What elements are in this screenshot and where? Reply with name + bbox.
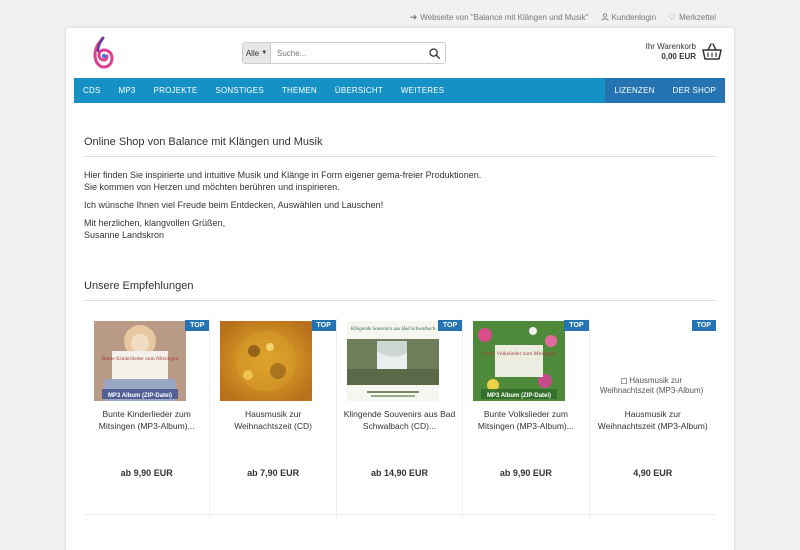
search-button[interactable]	[423, 43, 445, 63]
product-cover-tag: MP3 Album (ZIP-Datei)	[487, 393, 551, 399]
search-icon	[428, 47, 440, 59]
product-divider	[84, 514, 210, 515]
product-name[interactable]: Klingende Souvenirs aus Bad Schwalbach (…	[343, 408, 456, 432]
top-badge: TOP	[437, 320, 463, 331]
top-badge: TOP	[185, 320, 210, 331]
page-container: Alle ▼ Ihr Warenkorb 0,00 EUR CDS	[66, 28, 734, 550]
product-grid: Bunte Kinderlieder zum Mitsingen MP3 Alb…	[84, 318, 716, 518]
product-card[interactable]: TOP Hausmusik zur Weihnachtszeit (CD) ab…	[210, 318, 337, 518]
nav-item-mp3[interactable]: MP3	[110, 78, 145, 103]
search-input[interactable]	[271, 43, 423, 63]
nav-item-cds[interactable]: CDS	[74, 78, 110, 103]
top-badge: TOP	[691, 320, 716, 331]
intro-paragraph-1: Hier finden Sie inspirierte und intuitiv…	[84, 169, 716, 193]
product-name[interactable]: Hausmusik zur Weihnachtszeit (MP3-Album)	[596, 408, 710, 432]
product-price: 4,90 EUR	[633, 468, 673, 478]
intro-line-1: Hier finden Sie inspirierte und intuitiv…	[84, 170, 482, 180]
intro-text: Hier finden Sie inspirierte und intuitiv…	[84, 169, 716, 241]
recommendations-title: Unsere Empfehlungen	[84, 280, 716, 301]
top-utility-bar: ➜ Webseite von "Balance mit Klängen und …	[410, 12, 716, 23]
product-price: ab 14,90 EUR	[370, 468, 428, 478]
intro-line-2: Sie kommen von Herzen und möchten berühr…	[84, 182, 340, 192]
caret-down-icon: ▼	[261, 50, 268, 56]
product-price: ab 7,90 EUR	[247, 468, 300, 478]
product-divider	[210, 514, 336, 515]
product-cover-tag: MP3 Album (ZIP-Datei)	[108, 393, 172, 399]
product-cover-title: Klingende Souvenirs aus Bad Schwalbach	[350, 327, 436, 332]
user-icon	[600, 12, 609, 23]
nav-item-lizenzen[interactable]: LIZENZEN	[605, 78, 664, 103]
nav-item-themen[interactable]: THEMEN	[273, 78, 326, 103]
nav-item-weiteres[interactable]: WEITERES	[392, 78, 453, 103]
product-divider	[463, 514, 589, 515]
product-card[interactable]: Bunte Kinderlieder zum Mitsingen MP3 Alb…	[84, 318, 211, 518]
top-badge: TOP	[311, 320, 336, 331]
page-title: Online Shop von Balance mit Klängen und …	[84, 136, 716, 157]
broken-image-icon	[620, 377, 627, 384]
product-divider	[589, 514, 716, 515]
cart-label: Ihr Warenkorb	[645, 42, 696, 51]
product-cover-title: Bunte Volkslieder zum Mitsingen	[482, 351, 556, 357]
product-price: ab 9,90 EUR	[120, 468, 173, 478]
login-link[interactable]: Kundenlogin	[600, 12, 657, 23]
nav-item-sonstiges[interactable]: SONSTIGES	[206, 78, 272, 103]
wishlist-link[interactable]: ♡ Merkzettel	[668, 12, 716, 23]
basket-icon	[702, 43, 722, 60]
nav-item-der-shop[interactable]: DER SHOP	[663, 78, 725, 103]
website-link-label: Webseite von "Balance mit Klängen und Mu…	[420, 13, 589, 22]
main-nav: CDS MP3 PROJEKTE SONSTIGES THEMEN ÜBERSI…	[74, 78, 725, 103]
cart-amount: 0,00 EUR	[661, 52, 696, 61]
product-name[interactable]: Hausmusik zur Weihnachtszeit (CD)	[216, 408, 329, 432]
product-card[interactable]: Bunte Volkslieder zum Mitsingen MP3 Albu…	[463, 318, 590, 518]
heart-icon: ♡	[668, 12, 677, 22]
search-category-label: Alle	[245, 48, 260, 58]
intro-line-3: Ich wünsche Ihnen viel Freude beim Entde…	[84, 200, 384, 210]
product-price: ab 9,90 EUR	[499, 468, 552, 478]
arrow-circle-icon: ➜	[409, 12, 418, 22]
nav-item-projekte[interactable]: PROJEKTE	[145, 78, 207, 103]
search-bar: Alle ▼	[242, 42, 446, 64]
product-image-placeholder[interactable]: Hausmusik zur Weihnachtszeit (MP3-Album)	[596, 376, 708, 406]
intro-section: Online Shop von Balance mit Klängen und …	[84, 136, 716, 247]
nav-item-uebersicht[interactable]: ÜBERSICHT	[326, 78, 392, 103]
wishlist-link-label: Merkzettel	[679, 13, 716, 22]
product-divider	[336, 514, 463, 515]
header: Alle ▼ Ihr Warenkorb 0,00 EUR	[66, 28, 734, 78]
top-badge: TOP	[564, 320, 589, 331]
product-image[interactable]	[220, 321, 313, 401]
product-cover-title: Bunte Kinderlieder zum Mitsingen	[102, 356, 179, 362]
cart-widget[interactable]: Ihr Warenkorb 0,00 EUR	[646, 42, 722, 62]
intro-paragraph-3: Mit herzlichen, klangvollen Grüßen, Susa…	[84, 217, 716, 241]
logo[interactable]	[90, 36, 116, 70]
intro-line-4: Mit herzlichen, klangvollen Grüßen,	[84, 218, 226, 228]
product-name[interactable]: Bunte Kinderlieder zum Mitsingen (MP3-Al…	[90, 408, 203, 432]
product-image[interactable]: Bunte Kinderlieder zum Mitsingen MP3 Alb…	[94, 321, 186, 401]
cart-text: Ihr Warenkorb 0,00 EUR	[646, 42, 696, 62]
product-card[interactable]: Klingende Souvenirs aus Bad Schwalbach T…	[336, 318, 464, 518]
product-image[interactable]: Klingende Souvenirs aus Bad Schwalbach	[346, 321, 439, 401]
intro-line-5: Susanne Landskron	[84, 230, 165, 240]
product-image[interactable]: Bunte Volkslieder zum Mitsingen MP3 Albu…	[473, 321, 566, 401]
search-category-select[interactable]: Alle ▼	[243, 43, 271, 63]
login-link-label: Kundenlogin	[611, 13, 657, 22]
product-card[interactable]: Hausmusik zur Weihnachtszeit (MP3-Album)…	[589, 318, 716, 518]
product-image-alt-text: Hausmusik zur Weihnachtszeit (MP3-Album)	[599, 376, 704, 395]
product-name[interactable]: Bunte Volkslieder zum Mitsingen (MP3-Alb…	[469, 408, 582, 432]
website-link[interactable]: ➜ Webseite von "Balance mit Klängen und …	[410, 12, 589, 23]
